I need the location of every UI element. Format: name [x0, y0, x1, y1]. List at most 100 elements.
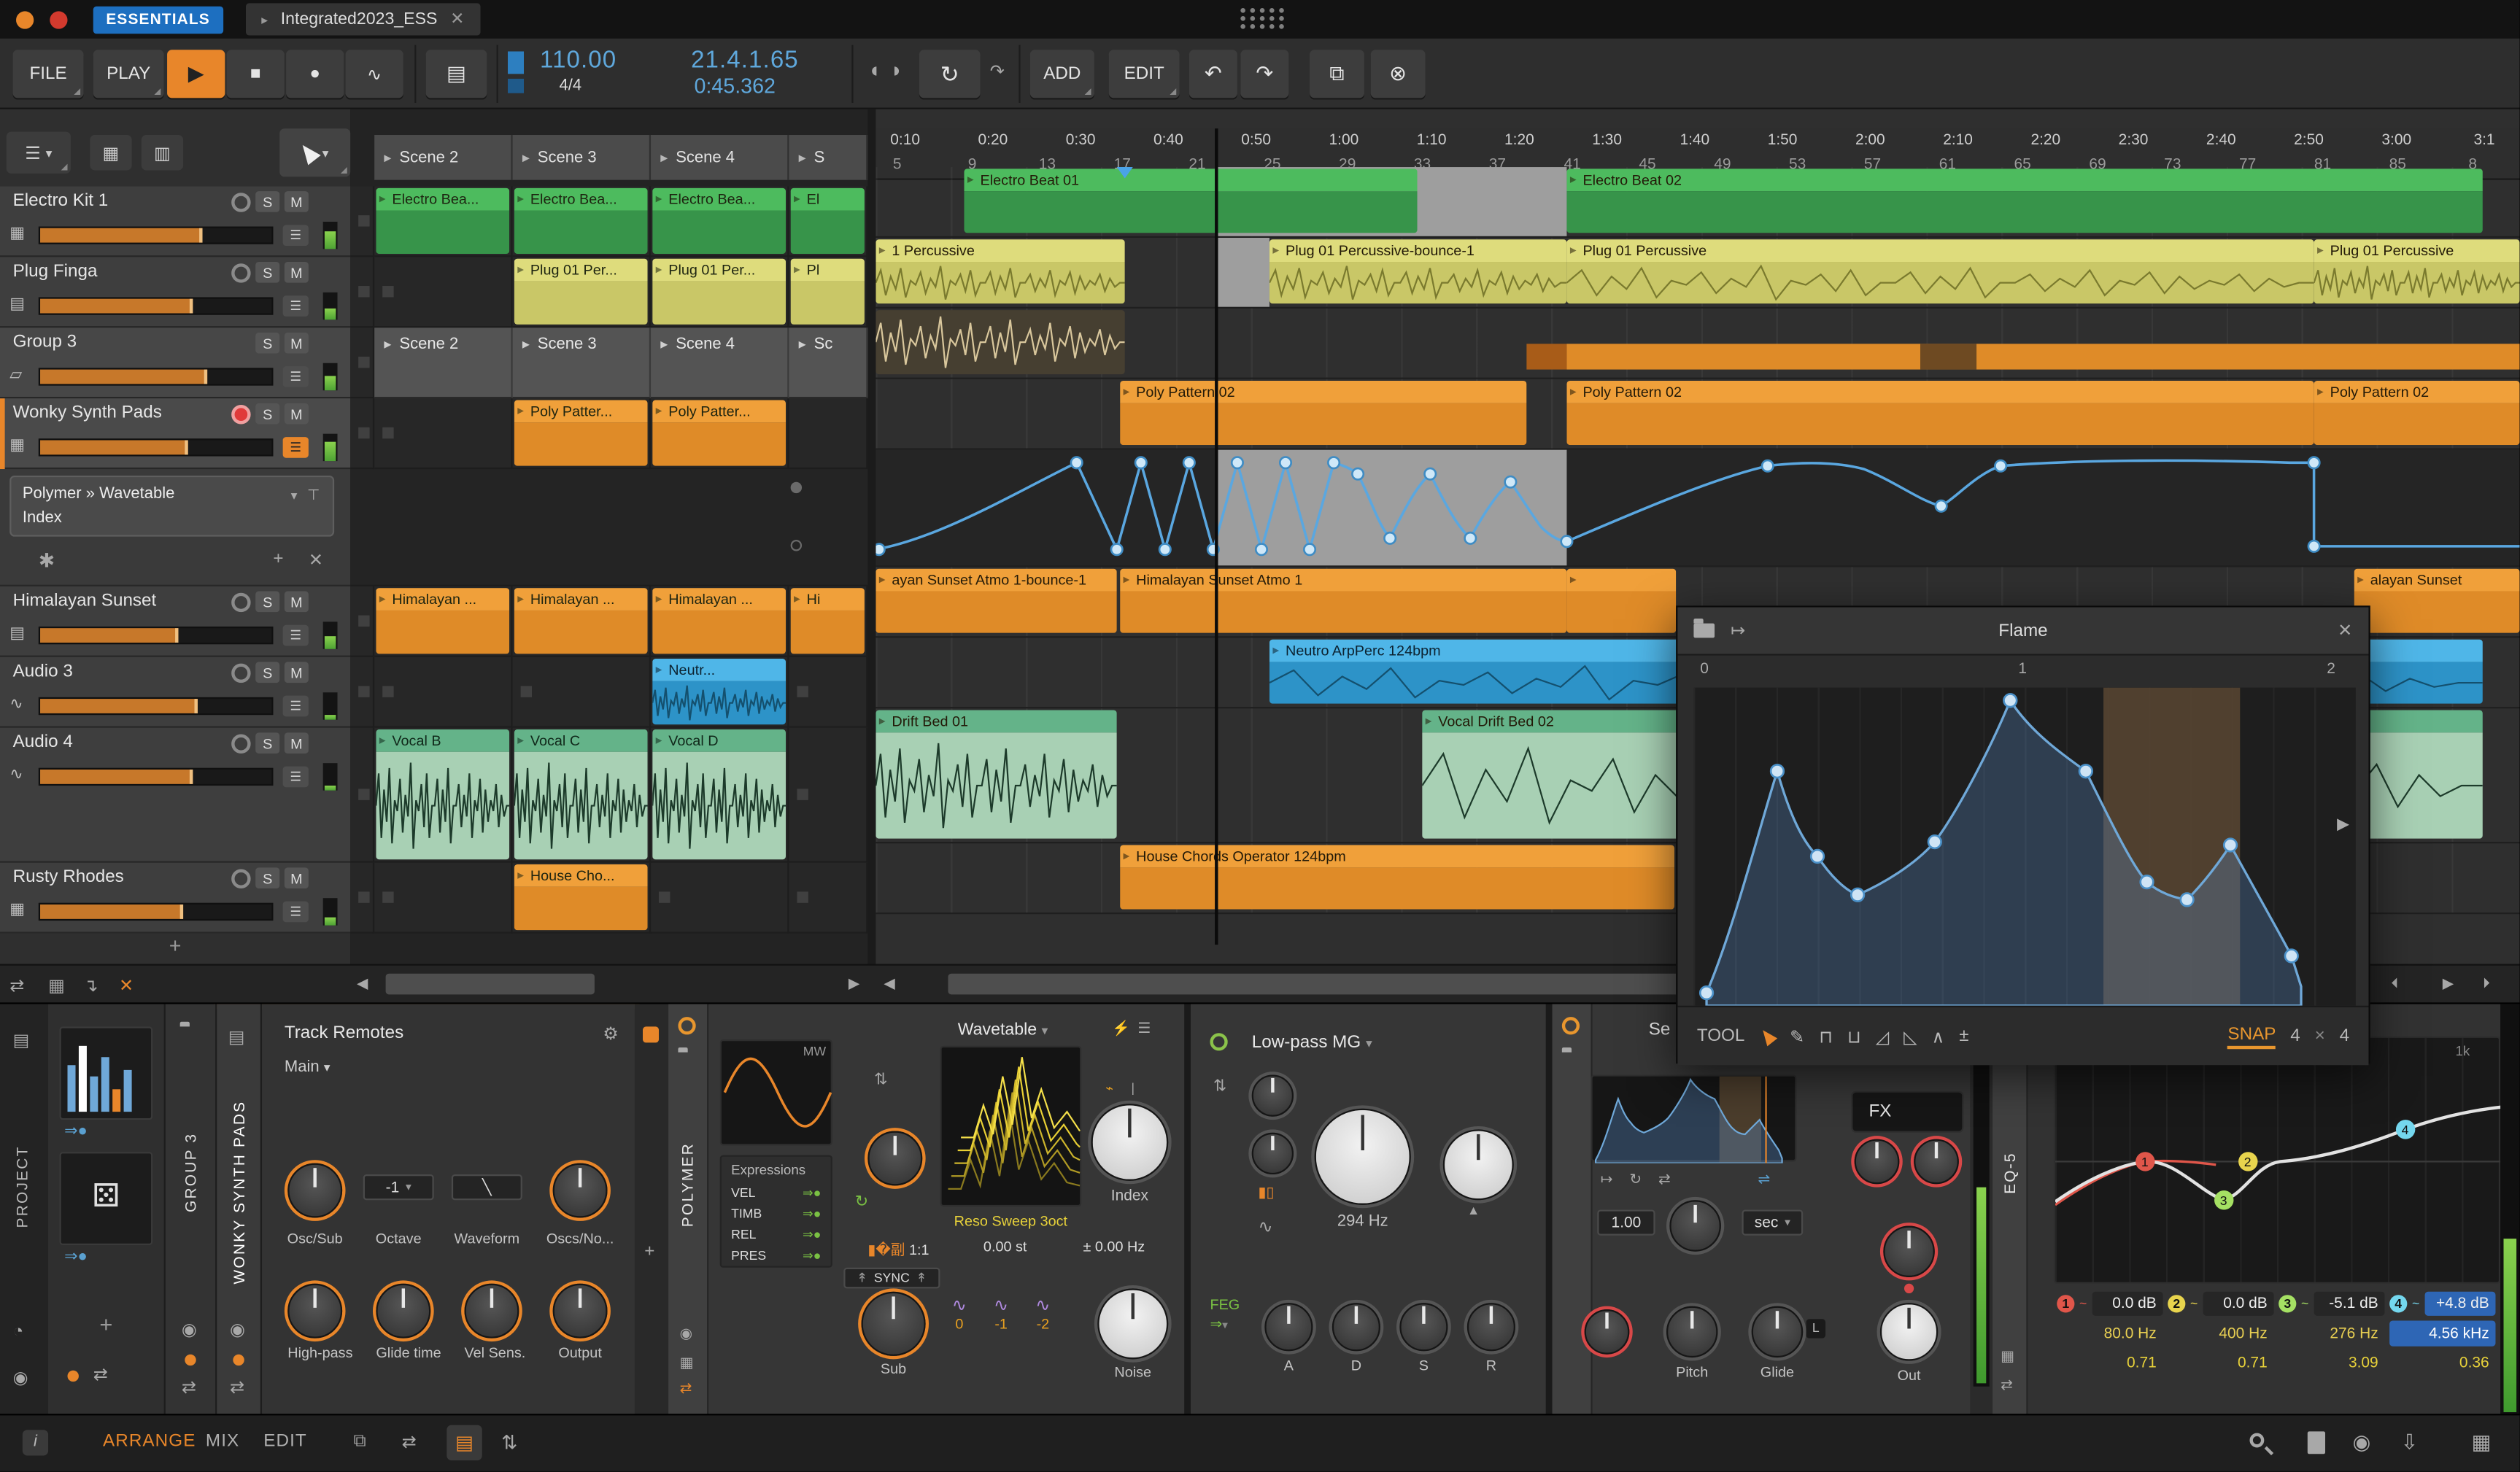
flame-curve-canvas[interactable]: ▶	[1693, 687, 2356, 1007]
track-header-audio4[interactable]: Audio 4 SM ∿ ☰	[0, 727, 351, 863]
mute-button[interactable]: M	[284, 867, 309, 888]
track-name[interactable]: Group 3	[13, 333, 77, 352]
remote-knob[interactable]	[287, 1283, 343, 1339]
band-freq-value[interactable]: 400 Hz	[2168, 1320, 2273, 1346]
file-icon[interactable]	[2307, 1431, 2326, 1454]
tab-arrange[interactable]: ARRANGE	[103, 1431, 196, 1450]
scene-header[interactable]: ▸ Scene 2	[374, 135, 513, 180]
clip-himalayan[interactable]: Himalayan ...	[652, 588, 786, 654]
search-icon[interactable]	[2249, 1433, 2265, 1448]
sub-octave-option[interactable]: ∿ -1	[986, 1295, 1016, 1331]
volume-slider[interactable]	[38, 902, 274, 921]
expression-row[interactable]: REL ⇒●	[722, 1224, 831, 1245]
eq-band-column[interactable]: 1 ~ 0.0 dB 80.0 Hz 0.71	[2057, 1290, 2163, 1376]
punch-in-icon[interactable]: ◖	[867, 58, 880, 82]
envelope-knob[interactable]	[1331, 1303, 1380, 1352]
gear-icon[interactable]: ⚙	[603, 1023, 619, 1044]
record-arm-button[interactable]	[231, 868, 251, 888]
target-icon[interactable]: ◉	[13, 1367, 28, 1388]
pointer-tool-icon[interactable]	[1757, 1026, 1777, 1047]
out-knob[interactable]	[1879, 1303, 1939, 1361]
mute-button[interactable]: M	[284, 662, 309, 683]
env-amount-knob[interactable]	[1442, 1129, 1514, 1201]
clip-stop-button[interactable]	[350, 656, 375, 728]
solo-button[interactable]: S	[255, 591, 280, 613]
scene-header[interactable]: ▸ Scene 3	[512, 135, 652, 180]
grid-slot-icon[interactable]: ▦	[680, 1355, 694, 1372]
grid-slot-icon[interactable]: ▦	[2001, 1348, 2014, 1366]
window-minimize-button[interactable]	[16, 10, 34, 28]
automation-write-button[interactable]: ∿	[345, 50, 403, 98]
track-menu-icon[interactable]: ☰	[282, 366, 309, 387]
empty-clip-slot[interactable]	[512, 656, 652, 728]
clip-plug[interactable]: Plug 01 Per...	[514, 258, 648, 325]
file-menu-button[interactable]: FILE	[12, 50, 84, 98]
oneshot-icon[interactable]: ↦	[1601, 1171, 1613, 1189]
play-button[interactable]: ▶	[167, 50, 225, 98]
band-shape-icon[interactable]: ~	[2412, 1295, 2419, 1310]
pointer-tool-button[interactable]: ▾	[279, 128, 351, 177]
arranger-clip[interactable]: 1 Percussive	[876, 239, 1125, 304]
keytrack-icon[interactable]: ⚡	[1112, 1020, 1130, 1038]
arranger-clip[interactable]: Poly Pattern 02	[1120, 380, 1527, 446]
band-shape-icon[interactable]: ~	[2190, 1295, 2198, 1310]
updown-icon[interactable]: ⇅	[874, 1072, 887, 1089]
band-gain-value[interactable]: 0.0 dB	[2202, 1290, 2274, 1315]
close-lane-button[interactable]: ✕	[309, 549, 323, 570]
band-number[interactable]: 2	[2168, 1294, 2186, 1312]
feg-route-icon[interactable]: ⇒▾	[1210, 1316, 1227, 1333]
arranger-clip[interactable]: House Chords Operator 124bpm	[1120, 845, 1675, 910]
fx-panel[interactable]: FX	[1851, 1091, 1964, 1133]
wavetable-section-title[interactable]: Wavetable ▾	[958, 1020, 1048, 1039]
solo-button[interactable]: S	[255, 332, 280, 354]
time-signature[interactable]: 4/4	[559, 77, 581, 95]
rows-view-button[interactable]: ▥	[141, 135, 184, 171]
power-button[interactable]	[678, 1017, 696, 1035]
power-button[interactable]	[1561, 1017, 1580, 1035]
chevron-down-icon[interactable]: ▾	[291, 484, 298, 508]
clip-launcher-toggle-button[interactable]: ▤	[425, 50, 487, 98]
track-header-himalayan[interactable]: Himalayan Sunset SM ▤ ☰	[0, 586, 351, 657]
mix-knob[interactable]	[1883, 1225, 1935, 1277]
record-source-icon[interactable]: ◉	[2352, 1430, 2370, 1455]
dice-thumbnail[interactable]: ⚄	[59, 1152, 153, 1245]
group-scene-cell[interactable]: ▸ Sc	[789, 328, 868, 399]
length-value[interactable]: 1.00	[1597, 1209, 1655, 1236]
tab-mix[interactable]: MIX	[206, 1431, 239, 1450]
group-track-column[interactable]: GROUP 3 ◉ ⇄	[165, 1004, 217, 1416]
track-column[interactable]: ▤ WONKY SYNTH PADS ◉ ⇄	[217, 1004, 263, 1416]
envelope-thumbnail[interactable]	[1591, 1074, 1797, 1164]
track-name[interactable]: Rusty Rhodes	[13, 867, 124, 886]
clip-himalayan[interactable]: Himalayan ...	[376, 588, 510, 654]
ratio-value[interactable]: ▮�副 1:1	[867, 1239, 929, 1260]
clip-vocal[interactable]: Vocal B	[376, 729, 510, 860]
band-q-value[interactable]: 3.09	[2279, 1351, 2384, 1375]
clip-vocal[interactable]: Vocal D	[652, 729, 786, 860]
index-knob[interactable]	[1091, 1104, 1169, 1181]
cutoff-knob[interactable]	[1314, 1108, 1411, 1205]
empty-clip-slot[interactable]	[789, 727, 868, 863]
empty-clip-slot[interactable]	[374, 656, 513, 728]
power-button[interactable]	[1210, 1033, 1228, 1051]
empty-clip-slot[interactable]	[374, 398, 513, 470]
sync-swap-icon[interactable]: ⇌	[1758, 1171, 1771, 1189]
clip-plug[interactable]: Pl	[790, 258, 865, 325]
close-icon[interactable]: ✕	[2338, 620, 2352, 640]
track-menu-icon[interactable]: ☰	[282, 695, 309, 717]
clip-electro[interactable]: El	[790, 187, 865, 254]
solo-button[interactable]: S	[255, 867, 280, 888]
group-scene-cell[interactable]: ▸ Scene 2	[374, 328, 513, 399]
pin-icon[interactable]: ⊤	[307, 484, 320, 508]
clip-stop-button[interactable]	[350, 586, 375, 657]
zoom-icon[interactable]: ⏵	[2483, 975, 2490, 993]
volume-slider[interactable]	[38, 697, 274, 716]
eq-band-column[interactable]: 4 ~ +4.8 dB 4.56 kHz 0.36	[2389, 1290, 2496, 1376]
stop-button[interactable]: ■	[226, 50, 285, 98]
expression-row[interactable]: PRES ⇒●	[722, 1245, 831, 1266]
arranger-scroll-left[interactable]: ◀	[884, 975, 894, 993]
add-device-button[interactable]: +	[644, 1242, 654, 1261]
band-gain-value[interactable]: 0.0 dB	[2091, 1290, 2163, 1315]
punch-out-icon[interactable]: ◗	[890, 58, 903, 82]
latch-badge[interactable]: L	[1806, 1319, 1826, 1339]
time-display[interactable]: 0:45.362	[694, 74, 775, 98]
